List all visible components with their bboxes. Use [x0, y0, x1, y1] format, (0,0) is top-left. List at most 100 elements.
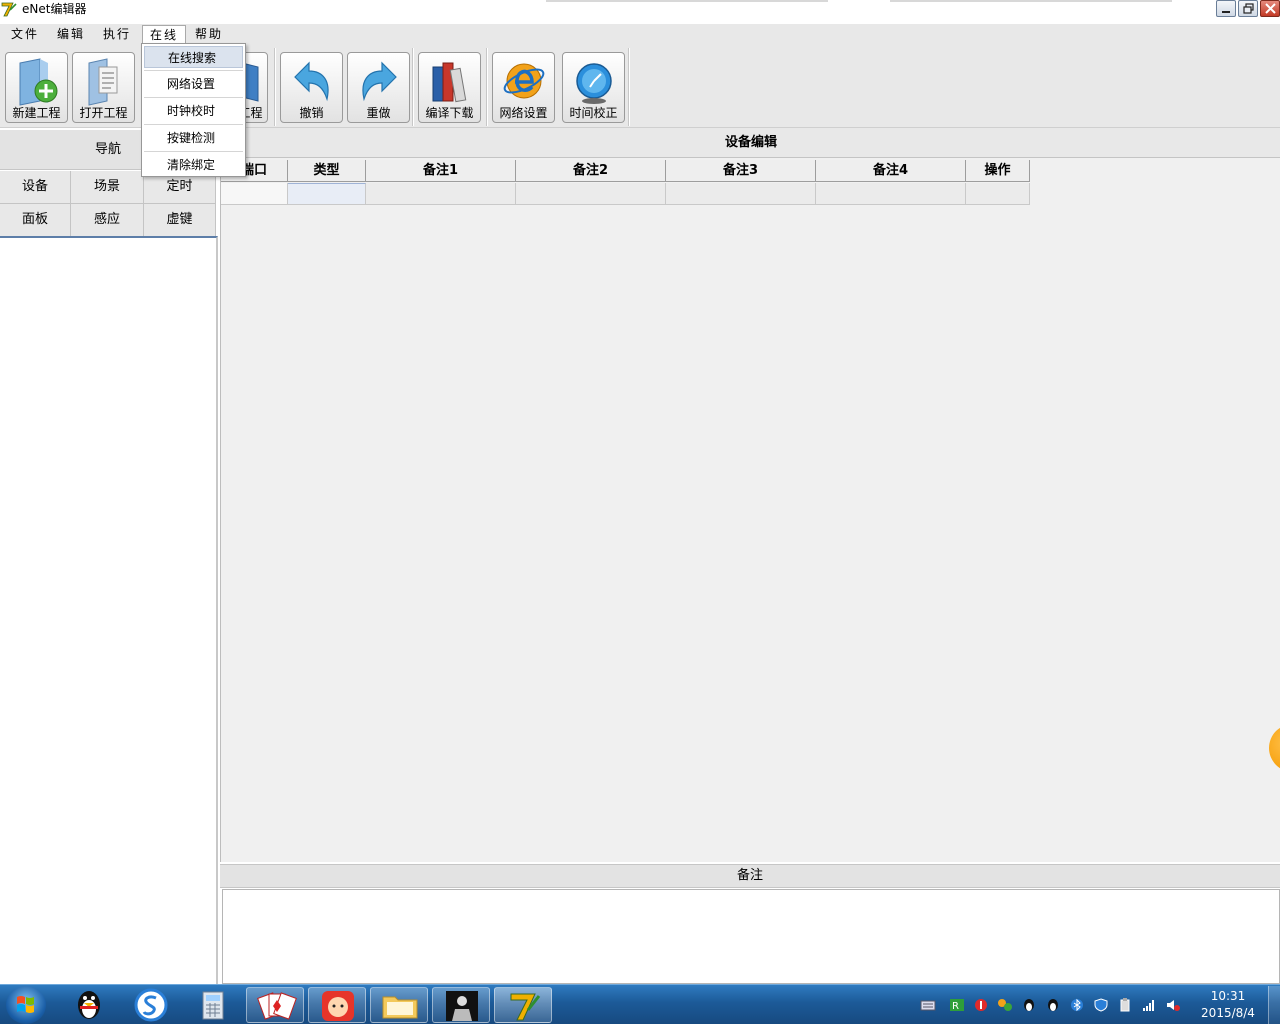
green-app-icon[interactable]: R — [949, 998, 965, 1012]
qq-tray-icon[interactable] — [1021, 998, 1037, 1012]
clock-globe-icon — [576, 63, 612, 104]
menu-item-key-detection[interactable]: 按键检测 — [144, 127, 243, 149]
online-dropdown-menu: 在线搜索 网络设置 时钟校时 按键检测 清除绑定 — [141, 43, 246, 177]
colorful-app-icon[interactable] — [997, 998, 1013, 1012]
grid-cell[interactable] — [666, 183, 816, 205]
taskbar-qq[interactable] — [60, 987, 118, 1023]
title-bar: eNet编辑器 — [0, 0, 1280, 18]
toolbar-separator — [274, 48, 276, 126]
browser-e-icon — [503, 63, 545, 99]
title-decoration — [546, 0, 828, 2]
windows-logo-icon — [17, 996, 34, 1013]
taskbar-photo-app[interactable] — [432, 987, 490, 1023]
menu-item-clear-binding[interactable]: 清除绑定 — [144, 154, 243, 176]
system-clock[interactable]: 10:31 2015/8/4 — [1193, 988, 1263, 1022]
column-header-action[interactable]: 操作 — [966, 160, 1030, 182]
nav-button-scene[interactable]: 场景 — [71, 171, 144, 204]
qq-penguin-icon — [78, 991, 100, 1019]
undo-label: 撤销 — [299, 106, 324, 120]
toolbar-separator — [412, 48, 414, 126]
calculator-icon — [202, 991, 224, 1020]
menu-execute[interactable]: 执行 — [96, 25, 138, 44]
compile-download-button[interactable]: 编译下载 — [418, 52, 481, 123]
time-calibration-button[interactable]: 时间校正 — [562, 52, 625, 123]
taskbar-red-app[interactable] — [308, 987, 366, 1023]
sogou-s-icon — [134, 988, 168, 1022]
close-button[interactable] — [1260, 0, 1280, 17]
minimize-button[interactable] — [1216, 0, 1236, 17]
column-header-type[interactable]: 类型 — [288, 160, 366, 182]
restore-icon — [1242, 3, 1254, 14]
clock-date: 2015/8/4 — [1201, 1006, 1255, 1020]
menu-separator — [144, 97, 243, 98]
menu-edit[interactable]: 编辑 — [50, 25, 92, 44]
menu-bar: 文件 编辑 执行 在线 帮助 — [0, 24, 1280, 44]
menu-item-online-search[interactable]: 在线搜索 — [144, 46, 243, 68]
new-project-button[interactable]: 新建工程 — [5, 52, 68, 123]
remarks-textarea[interactable] — [222, 889, 1280, 984]
usb-device-icon[interactable] — [1117, 998, 1133, 1012]
nav-button-sensor[interactable]: 感应 — [71, 204, 144, 237]
taskbar-enet-editor[interactable] — [494, 987, 552, 1023]
nav-button-device[interactable]: 设备 — [0, 171, 71, 204]
taskbar-calculator[interactable] — [184, 987, 242, 1023]
taskbar-file-explorer[interactable] — [370, 987, 428, 1023]
time-calibration-label: 时间校正 — [569, 106, 618, 120]
grid-cell[interactable] — [221, 183, 288, 205]
remarks-title: 备注 — [220, 864, 1280, 888]
red-app-icon[interactable] — [973, 998, 989, 1012]
menu-item-clock-sync[interactable]: 时钟校时 — [144, 100, 243, 122]
taskbar: R 10:31 2015/8/4 — [0, 984, 1280, 1024]
menu-help[interactable]: 帮助 — [188, 25, 230, 44]
red-cow-icon — [322, 991, 354, 1021]
column-header-remark3[interactable]: 备注3 — [666, 160, 816, 182]
nav-tree-list[interactable] — [0, 236, 218, 984]
column-header-remark4[interactable]: 备注4 — [816, 160, 966, 182]
taskbar-cards-game[interactable] — [246, 987, 304, 1023]
grid-cell-selected[interactable] — [288, 183, 366, 205]
taskbar-sogou[interactable] — [122, 987, 180, 1023]
clock-time: 10:31 — [1210, 989, 1246, 1003]
close-icon — [1264, 3, 1276, 14]
grid-cell[interactable] — [816, 183, 966, 205]
undo-button[interactable]: 撤销 — [280, 52, 343, 123]
grid-cell[interactable] — [366, 183, 516, 205]
grid-cell[interactable] — [516, 183, 666, 205]
menu-separator — [144, 70, 243, 71]
device-edit-panel: 设备编辑 端口 类型 备注1 备注2 备注3 备注4 操作 — [220, 128, 1280, 862]
menu-online[interactable]: 在线 — [142, 25, 187, 44]
menu-item-network-settings[interactable]: 网络设置 — [144, 73, 243, 95]
redo-arrow-icon — [362, 61, 397, 102]
device-edit-title: 设备编辑 — [221, 128, 1280, 158]
grid-cell[interactable] — [966, 183, 1030, 205]
shield-icon[interactable] — [1093, 998, 1109, 1012]
open-folder-icon — [88, 58, 118, 106]
minimize-icon — [1222, 10, 1230, 13]
undo-arrow-icon — [294, 61, 329, 102]
nav-button-panel[interactable]: 面板 — [0, 204, 71, 237]
app-logo-icon — [1, 2, 17, 17]
redo-button[interactable]: 重做 — [347, 52, 410, 123]
enet-logo-icon — [510, 993, 541, 1021]
window-title: eNet编辑器 — [22, 2, 87, 16]
toolbar-separator — [628, 48, 630, 126]
network-settings-button[interactable]: 网络设置 — [492, 52, 555, 123]
books-icon — [432, 62, 467, 103]
bluetooth-app-icon[interactable] — [1069, 998, 1085, 1012]
column-header-remark1[interactable]: 备注1 — [366, 160, 516, 182]
open-project-button[interactable]: 打开工程 — [72, 52, 135, 123]
open-project-label: 打开工程 — [79, 106, 128, 120]
column-header-remark2[interactable]: 备注2 — [516, 160, 666, 182]
svg-text:R: R — [952, 1001, 959, 1012]
new-folder-icon — [19, 58, 58, 106]
start-button[interactable] — [6, 986, 46, 1024]
keyboard-icon[interactable] — [920, 998, 936, 1012]
network-signal-icon[interactable] — [1141, 998, 1157, 1012]
nav-button-virtual-key[interactable]: 虚键 — [144, 204, 216, 237]
show-desktop-button[interactable] — [1268, 986, 1280, 1024]
volume-muted-icon[interactable] — [1165, 998, 1181, 1012]
qq-tray-icon[interactable] — [1045, 998, 1061, 1012]
restore-button[interactable] — [1238, 0, 1258, 17]
menu-file[interactable]: 文件 — [4, 25, 46, 44]
menu-separator — [144, 151, 243, 152]
